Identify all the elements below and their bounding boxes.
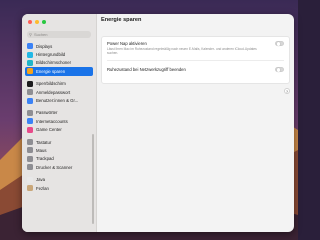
- sidebar-item-label: Hintergrundbild: [36, 52, 66, 58]
- wake-network-row: Ruhezustand bei Netzwerkzugriff beenden: [107, 67, 284, 72]
- keyboard-icon: [27, 139, 33, 146]
- sidebar-item-anmeldepasswort[interactable]: Anmeldepasswort: [25, 88, 93, 96]
- sidebar-item-label: Trackpad: [36, 156, 54, 162]
- sidebar-item-hintergrundbild[interactable]: Hintergrundbild: [25, 50, 93, 58]
- password-icon: [27, 89, 33, 96]
- sidebar-item-tastatur[interactable]: Tastatur: [25, 138, 93, 146]
- display-icon: [27, 43, 33, 50]
- window-controls: [28, 20, 46, 24]
- main-pane: Energie sparen Power Nap aktivieren Läss…: [97, 14, 294, 232]
- sidebar-item-java[interactable]: Java: [25, 175, 93, 183]
- java-icon: [27, 176, 33, 183]
- sidebar-item-label: Drucker & Scanner: [36, 164, 73, 170]
- wake-network-toggle[interactable]: [275, 67, 284, 72]
- divider: [107, 60, 284, 61]
- sidebar-scrollbar[interactable]: [92, 134, 94, 224]
- page-title: Energie sparen: [101, 17, 142, 23]
- sidebar-item-displays[interactable]: Displays: [25, 42, 93, 50]
- close-button[interactable]: [28, 20, 32, 24]
- wake-network-label: Ruhezustand bei Netzwerkzugriff beenden: [107, 67, 186, 72]
- sidebar-item-label: Displays: [36, 43, 53, 49]
- sidebar-item-internetaccounts[interactable]: Internetaccounts: [25, 117, 93, 125]
- search-field[interactable]: ⚲: [27, 31, 91, 38]
- help-button[interactable]: ?: [284, 88, 290, 94]
- sidebar-item-bildschirmschoner[interactable]: Bildschirmschoner: [25, 59, 93, 67]
- users-icon: [27, 97, 33, 104]
- sidebar-item-label: Benutzer:innen & Gr...: [36, 98, 79, 104]
- at-icon: [27, 118, 33, 125]
- sidebar-item-label: Java: [36, 177, 46, 183]
- power-nap-toggle[interactable]: [275, 41, 284, 46]
- sidebar-separator: [25, 76, 93, 80]
- minimize-button[interactable]: [35, 20, 39, 24]
- settings-card: Power Nap aktivieren Lässt Ihren Mac im …: [101, 36, 290, 84]
- sidebar-item-label: Passwörter: [36, 110, 58, 116]
- sidebar-item-drucker-scanner[interactable]: Drucker & Scanner: [25, 163, 93, 171]
- settings-window: ⚲ Displays Hintergrundbild Bildschirmschon…: [22, 14, 294, 232]
- sidebar-item-trackpad[interactable]: Trackpad: [25, 155, 93, 163]
- sidebar-item-label: Energie sparen: [36, 68, 66, 74]
- trackpad-icon: [27, 155, 33, 162]
- search-icon: ⚲: [29, 32, 32, 37]
- printer-icon: [27, 164, 33, 171]
- sidebar-item-energie-sparen[interactable]: Energie sparen: [25, 67, 93, 76]
- sidebar-item-label: Internetaccounts: [36, 118, 68, 124]
- screensaver-icon: [27, 59, 33, 66]
- sidebar: ⚲ Displays Hintergrundbild Bildschirmschon…: [22, 14, 97, 232]
- sidebar-item-label: Sperrbildschirm: [36, 81, 66, 87]
- sidebar-item-label: Maus: [36, 147, 47, 153]
- power-nap-label: Power Nap aktivieren: [107, 41, 147, 46]
- sidebar-item-label: Anmeldepasswort: [36, 89, 71, 95]
- search-input[interactable]: [33, 32, 84, 37]
- sidebar-item-passwörter[interactable]: Passwörter: [25, 109, 93, 117]
- sidebar-item-benutzer-innen-gr[interactable]: Benutzer:innen & Gr...: [25, 96, 93, 104]
- sidebar-item-label: Tastatur: [36, 139, 52, 145]
- lock-screen-icon: [27, 80, 33, 87]
- sidebar-nav: Displays Hintergrundbild Bildschirmschoner…: [25, 42, 93, 192]
- energy-saver-icon: [27, 68, 33, 75]
- sidebar-item-game-center[interactable]: Game Center: [25, 126, 93, 134]
- mouse-icon: [27, 147, 33, 154]
- sidebar-item-maus[interactable]: Maus: [25, 146, 93, 154]
- sidebar-item-label: Bildschirmschoner: [36, 60, 72, 66]
- power-nap-row: Power Nap aktivieren Lässt Ihren Mac im …: [107, 41, 284, 55]
- fezlan-icon: [27, 185, 33, 192]
- game-center-icon: [27, 126, 33, 133]
- wallpaper-icon: [27, 51, 33, 58]
- sidebar-item-label: Fezlan: [36, 185, 49, 191]
- power-nap-description: Lässt Ihren Mac im Ruhezustand regelmäßi…: [107, 47, 257, 55]
- sidebar-item-fezlan[interactable]: Fezlan: [25, 184, 93, 192]
- sidebar-item-label: Game Center: [36, 127, 62, 133]
- key-icon: [27, 109, 33, 116]
- sidebar-item-sperrbildschirm[interactable]: Sperrbildschirm: [25, 80, 93, 88]
- zoom-button[interactable]: [42, 20, 46, 24]
